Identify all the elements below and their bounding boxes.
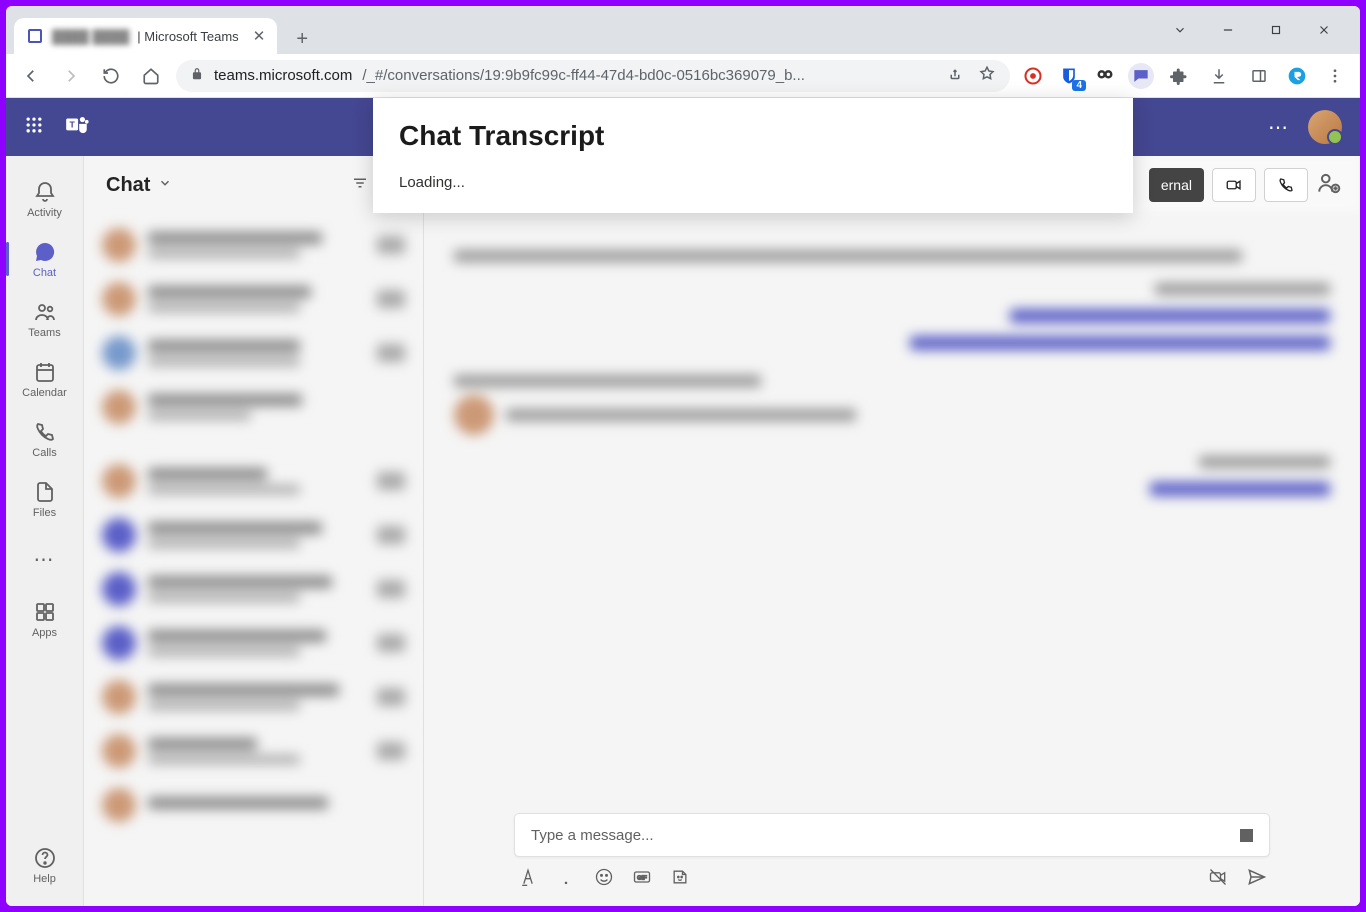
- ublock-extension-icon[interactable]: [1020, 63, 1046, 89]
- rail-files[interactable]: Files: [10, 470, 80, 528]
- compose-expand-icon[interactable]: [1240, 829, 1253, 842]
- rail-calls[interactable]: Calls: [10, 410, 80, 468]
- svg-text:T: T: [69, 119, 75, 129]
- forward-button[interactable]: [56, 61, 86, 91]
- teams-favicon: [26, 27, 44, 45]
- new-tab-button[interactable]: +: [287, 24, 317, 54]
- bookmark-star-icon[interactable]: [978, 65, 996, 87]
- extension-badge: 4: [1072, 80, 1086, 91]
- downloads-icon[interactable]: [1204, 61, 1234, 91]
- gif-icon[interactable]: GIF: [632, 867, 652, 892]
- external-badge[interactable]: ernal: [1149, 168, 1204, 202]
- sticker-icon[interactable]: [670, 867, 690, 892]
- tab-close-icon[interactable]: ✕: [253, 27, 266, 45]
- browser-tabstrip: ████ ████ | Microsoft Teams ✕ +: [6, 6, 1360, 54]
- add-people-icon[interactable]: [1316, 170, 1342, 201]
- teams-body: Activity Chat Teams Calendar Calls Files…: [6, 156, 1360, 906]
- conversation-pane: ████████ ernal Type a message...: [424, 156, 1360, 906]
- compose-toolbar: GIF: [514, 857, 1270, 892]
- maximize-icon[interactable]: [1254, 14, 1298, 46]
- tab-title-suffix: | Microsoft Teams: [137, 29, 238, 44]
- video-call-button[interactable]: [1212, 168, 1256, 202]
- rail-apps[interactable]: Apps: [10, 590, 80, 648]
- url-path: /_#/conversations/19:9b9fc99c-ff44-47d4-…: [362, 67, 805, 84]
- user-avatar[interactable]: [1308, 110, 1342, 144]
- browser-menu-icon[interactable]: [1320, 61, 1350, 91]
- extensions-area: 4: [1020, 61, 1350, 91]
- back-button[interactable]: [16, 61, 46, 91]
- conversation-messages-blurred: [424, 214, 1360, 805]
- compose-input[interactable]: Type a message...: [514, 813, 1270, 857]
- teams-logo-icon: T: [64, 112, 90, 143]
- lock-icon: [190, 67, 204, 85]
- window-frame: ████ ████ | Microsoft Teams ✕ + teams.mi…: [6, 6, 1360, 906]
- home-button[interactable]: [136, 61, 166, 91]
- chevron-down-icon[interactable]: [158, 176, 172, 195]
- message-composer: Type a message... GIF: [424, 805, 1360, 906]
- priority-icon[interactable]: [556, 867, 576, 892]
- rail-help[interactable]: Help: [10, 836, 80, 894]
- bitwarden-extension-icon[interactable]: 4: [1056, 63, 1082, 89]
- app-launcher-icon[interactable]: [24, 115, 44, 140]
- extensions-puzzle-icon[interactable]: [1164, 61, 1194, 91]
- reload-button[interactable]: [96, 61, 126, 91]
- extension-popup: Chat Transcript Loading...: [373, 98, 1133, 213]
- filter-icon[interactable]: [351, 174, 369, 197]
- extension-icon-3[interactable]: [1092, 63, 1118, 89]
- emoji-icon[interactable]: [594, 867, 614, 892]
- compose-placeholder: Type a message...: [531, 827, 654, 844]
- rail-more[interactable]: ⋯: [10, 530, 80, 588]
- browser-tab[interactable]: ████ ████ | Microsoft Teams ✕: [14, 18, 277, 54]
- audio-call-button[interactable]: [1264, 168, 1308, 202]
- minimize-icon[interactable]: [1206, 14, 1250, 46]
- share-icon[interactable]: [946, 65, 964, 87]
- popup-title: Chat Transcript: [399, 120, 1107, 152]
- tabsearch-icon[interactable]: [1158, 14, 1202, 46]
- browser-toolbar: teams.microsoft.com /_#/conversations/19:…: [6, 54, 1360, 98]
- header-more-icon[interactable]: ⋯: [1268, 115, 1290, 140]
- url-domain: teams.microsoft.com: [214, 67, 352, 84]
- window-controls: [1158, 14, 1352, 54]
- tab-title-blurred: ████ ████: [52, 29, 129, 44]
- svg-text:GIF: GIF: [637, 876, 647, 882]
- conversation-actions: ernal: [1149, 168, 1342, 202]
- chat-transcript-extension-icon[interactable]: [1128, 63, 1154, 89]
- rail-activity[interactable]: Activity: [10, 170, 80, 228]
- rail-teams[interactable]: Teams: [10, 290, 80, 348]
- chat-list-panel: Chat: [84, 156, 424, 906]
- rail-calendar[interactable]: Calendar: [10, 350, 80, 408]
- camera-off-icon[interactable]: [1208, 867, 1228, 892]
- app-rail: Activity Chat Teams Calendar Calls Files…: [6, 156, 84, 906]
- chat-heading: Chat: [106, 174, 150, 197]
- address-bar[interactable]: teams.microsoft.com /_#/conversations/19:…: [176, 60, 1010, 92]
- profile-extension-icon[interactable]: [1284, 63, 1310, 89]
- chat-list-items-blurred: [84, 214, 423, 906]
- rail-chat[interactable]: Chat: [10, 230, 80, 288]
- sidepanel-icon[interactable]: [1244, 61, 1274, 91]
- close-window-icon[interactable]: [1302, 14, 1346, 46]
- teams-app: T ⋯ Activity Chat Teams Calendar Calls F…: [6, 98, 1360, 906]
- send-icon[interactable]: [1246, 867, 1266, 892]
- format-icon[interactable]: [518, 867, 538, 892]
- popup-status: Loading...: [399, 174, 1107, 191]
